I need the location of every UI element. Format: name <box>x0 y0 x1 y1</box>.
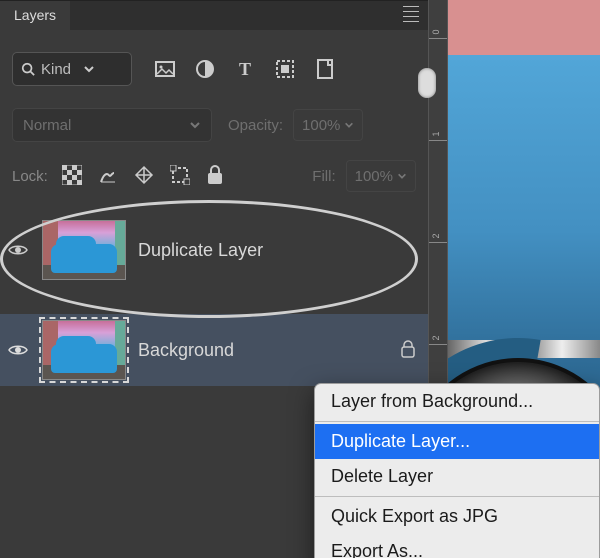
fill-input[interactable]: 100% <box>346 160 416 192</box>
panel-menu-button[interactable] <box>400 3 422 25</box>
filter-adjustment-icon[interactable] <box>194 58 216 80</box>
ruler-tick-label: 2 <box>431 336 441 341</box>
layer-name[interactable]: Background <box>138 340 388 361</box>
opacity-value: 100% <box>302 117 340 134</box>
panel-tabbar: Layers <box>0 0 428 30</box>
lock-transparency-icon[interactable] <box>62 165 84 187</box>
toggle-pill[interactable] <box>418 68 436 98</box>
lock-artboard-icon[interactable] <box>170 165 192 187</box>
menu-item-quick-export-jpg[interactable]: Quick Export as JPG <box>315 499 599 534</box>
tab-layers[interactable]: Layers <box>0 0 70 30</box>
lock-indicator-icon[interactable] <box>400 340 420 360</box>
blend-mode-label: Normal <box>23 117 71 134</box>
menu-item-export-as[interactable]: Export As... <box>315 534 599 558</box>
menu-divider <box>315 496 599 497</box>
ruler-tick-label: 0 <box>431 30 441 35</box>
layer-context-menu: Layer from Background... Duplicate Layer… <box>314 383 600 558</box>
filter-shape-icon[interactable] <box>274 58 296 80</box>
menu-divider <box>315 421 599 422</box>
lock-row: Lock: Fill: 100% <box>0 152 428 200</box>
kind-label: Kind <box>41 61 71 78</box>
layer-thumbnail[interactable] <box>42 220 126 280</box>
fill-label: Fill: <box>312 168 335 185</box>
ruler-tick-label: 2 <box>431 234 441 239</box>
eye-icon <box>8 343 28 357</box>
layer-filter-row: Kind T <box>0 44 428 94</box>
layer-name[interactable]: Duplicate Layer <box>138 240 420 261</box>
filter-type-icon[interactable]: T <box>234 58 256 80</box>
menu-item-duplicate-layer[interactable]: Duplicate Layer... <box>315 424 599 459</box>
layer-list: Duplicate Layer Background <box>0 214 428 386</box>
eye-icon <box>8 243 28 257</box>
menu-item-layer-from-background[interactable]: Layer from Background... <box>315 384 599 419</box>
lock-image-icon[interactable] <box>98 165 120 187</box>
visibility-toggle[interactable] <box>6 343 30 357</box>
lock-position-icon[interactable] <box>134 165 156 187</box>
visibility-toggle[interactable] <box>6 243 30 257</box>
menu-item-delete-layer[interactable]: Delete Layer <box>315 459 599 494</box>
lock-all-icon[interactable] <box>206 165 228 187</box>
filter-pixel-icon[interactable] <box>154 58 176 80</box>
opacity-input[interactable]: 100% <box>293 109 363 141</box>
chevron-down-icon <box>344 120 354 130</box>
chevron-down-icon <box>189 119 201 131</box>
canvas-bg-top <box>448 0 600 55</box>
kind-filter-select[interactable]: Kind <box>12 52 132 86</box>
chevron-down-icon <box>83 63 95 75</box>
filter-smart-icon[interactable] <box>314 58 336 80</box>
opacity-label: Opacity: <box>228 117 283 134</box>
fill-value: 100% <box>355 168 393 185</box>
blend-mode-select[interactable]: Normal <box>12 108 212 142</box>
lock-label: Lock: <box>12 168 48 185</box>
layer-row[interactable]: Duplicate Layer <box>0 214 428 286</box>
ruler-tick-label: 1 <box>431 132 441 137</box>
layer-row[interactable]: Background <box>0 314 428 386</box>
layer-thumbnail[interactable] <box>42 320 126 380</box>
search-icon <box>21 62 35 76</box>
blend-opacity-row: Normal Opacity: 100% <box>0 100 428 150</box>
chevron-down-icon <box>397 171 407 181</box>
